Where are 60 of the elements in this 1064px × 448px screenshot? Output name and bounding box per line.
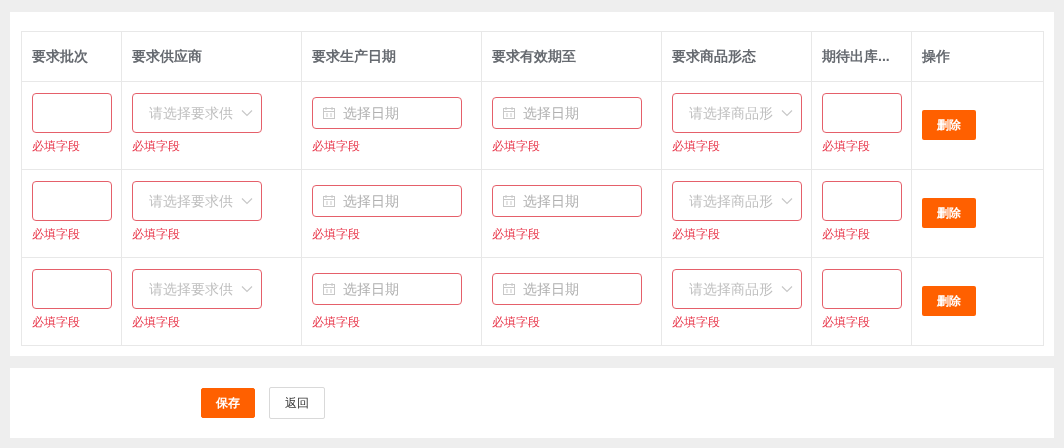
- error-message: 必填字段: [822, 226, 870, 243]
- error-message: 必填字段: [492, 226, 540, 243]
- error-message: 必填字段: [132, 314, 180, 331]
- select-field[interactable]: 请选择商品形: [672, 93, 802, 133]
- calendar-icon: [323, 195, 335, 207]
- input-field[interactable]: [822, 181, 902, 221]
- error-message: 必填字段: [312, 138, 360, 155]
- chevron-down-icon: [241, 285, 253, 293]
- date-field[interactable]: 选择日期: [492, 185, 642, 217]
- error-message: 必填字段: [32, 138, 80, 155]
- error-message: 必填字段: [822, 314, 870, 331]
- column-header: 操作: [911, 31, 1044, 82]
- error-message: 必填字段: [32, 314, 80, 331]
- chevron-down-icon: [781, 285, 793, 293]
- date-field[interactable]: 选择日期: [492, 273, 642, 305]
- column-header: 要求有效期至: [481, 31, 662, 82]
- column-header: 要求商品形态: [661, 31, 812, 82]
- input-field[interactable]: [32, 269, 112, 309]
- error-message: 必填字段: [672, 314, 720, 331]
- error-message: 必填字段: [32, 226, 80, 243]
- error-message: 必填字段: [312, 226, 360, 243]
- error-message: 必填字段: [492, 138, 540, 155]
- chevron-down-icon: [241, 197, 253, 205]
- chevron-down-icon: [781, 109, 793, 117]
- column-header: 要求生产日期: [301, 31, 482, 82]
- column-header: 要求批次: [21, 31, 122, 82]
- date-field[interactable]: 选择日期: [492, 97, 642, 129]
- chevron-down-icon: [781, 197, 793, 205]
- error-message: 必填字段: [132, 226, 180, 243]
- select-field[interactable]: 请选择要求供: [132, 181, 262, 221]
- delete-button[interactable]: 删除: [922, 110, 976, 140]
- calendar-icon: [503, 195, 515, 207]
- column-header: 要求供应商: [121, 31, 302, 82]
- input-field[interactable]: [822, 269, 902, 309]
- calendar-icon: [323, 283, 335, 295]
- error-message: 必填字段: [312, 314, 360, 331]
- date-field[interactable]: 选择日期: [312, 185, 462, 217]
- input-field[interactable]: [822, 93, 902, 133]
- error-message: 必填字段: [672, 138, 720, 155]
- date-field[interactable]: 选择日期: [312, 97, 462, 129]
- select-field[interactable]: 请选择要求供: [132, 269, 262, 309]
- select-field[interactable]: 请选择商品形: [672, 181, 802, 221]
- error-message: 必填字段: [672, 226, 720, 243]
- back-button[interactable]: 返回: [269, 387, 325, 419]
- input-field[interactable]: [32, 93, 112, 133]
- input-field[interactable]: [32, 181, 112, 221]
- select-field[interactable]: 请选择要求供: [132, 93, 262, 133]
- column-header: 期待出库...: [811, 31, 912, 82]
- calendar-icon: [503, 107, 515, 119]
- date-field[interactable]: 选择日期: [312, 273, 462, 305]
- save-button[interactable]: 保存: [201, 388, 255, 418]
- calendar-icon: [503, 283, 515, 295]
- error-message: 必填字段: [492, 314, 540, 331]
- error-message: 必填字段: [822, 138, 870, 155]
- error-message: 必填字段: [132, 138, 180, 155]
- delete-button[interactable]: 删除: [922, 198, 976, 228]
- chevron-down-icon: [241, 109, 253, 117]
- delete-button[interactable]: 删除: [922, 286, 976, 316]
- calendar-icon: [323, 107, 335, 119]
- select-field[interactable]: 请选择商品形: [672, 269, 802, 309]
